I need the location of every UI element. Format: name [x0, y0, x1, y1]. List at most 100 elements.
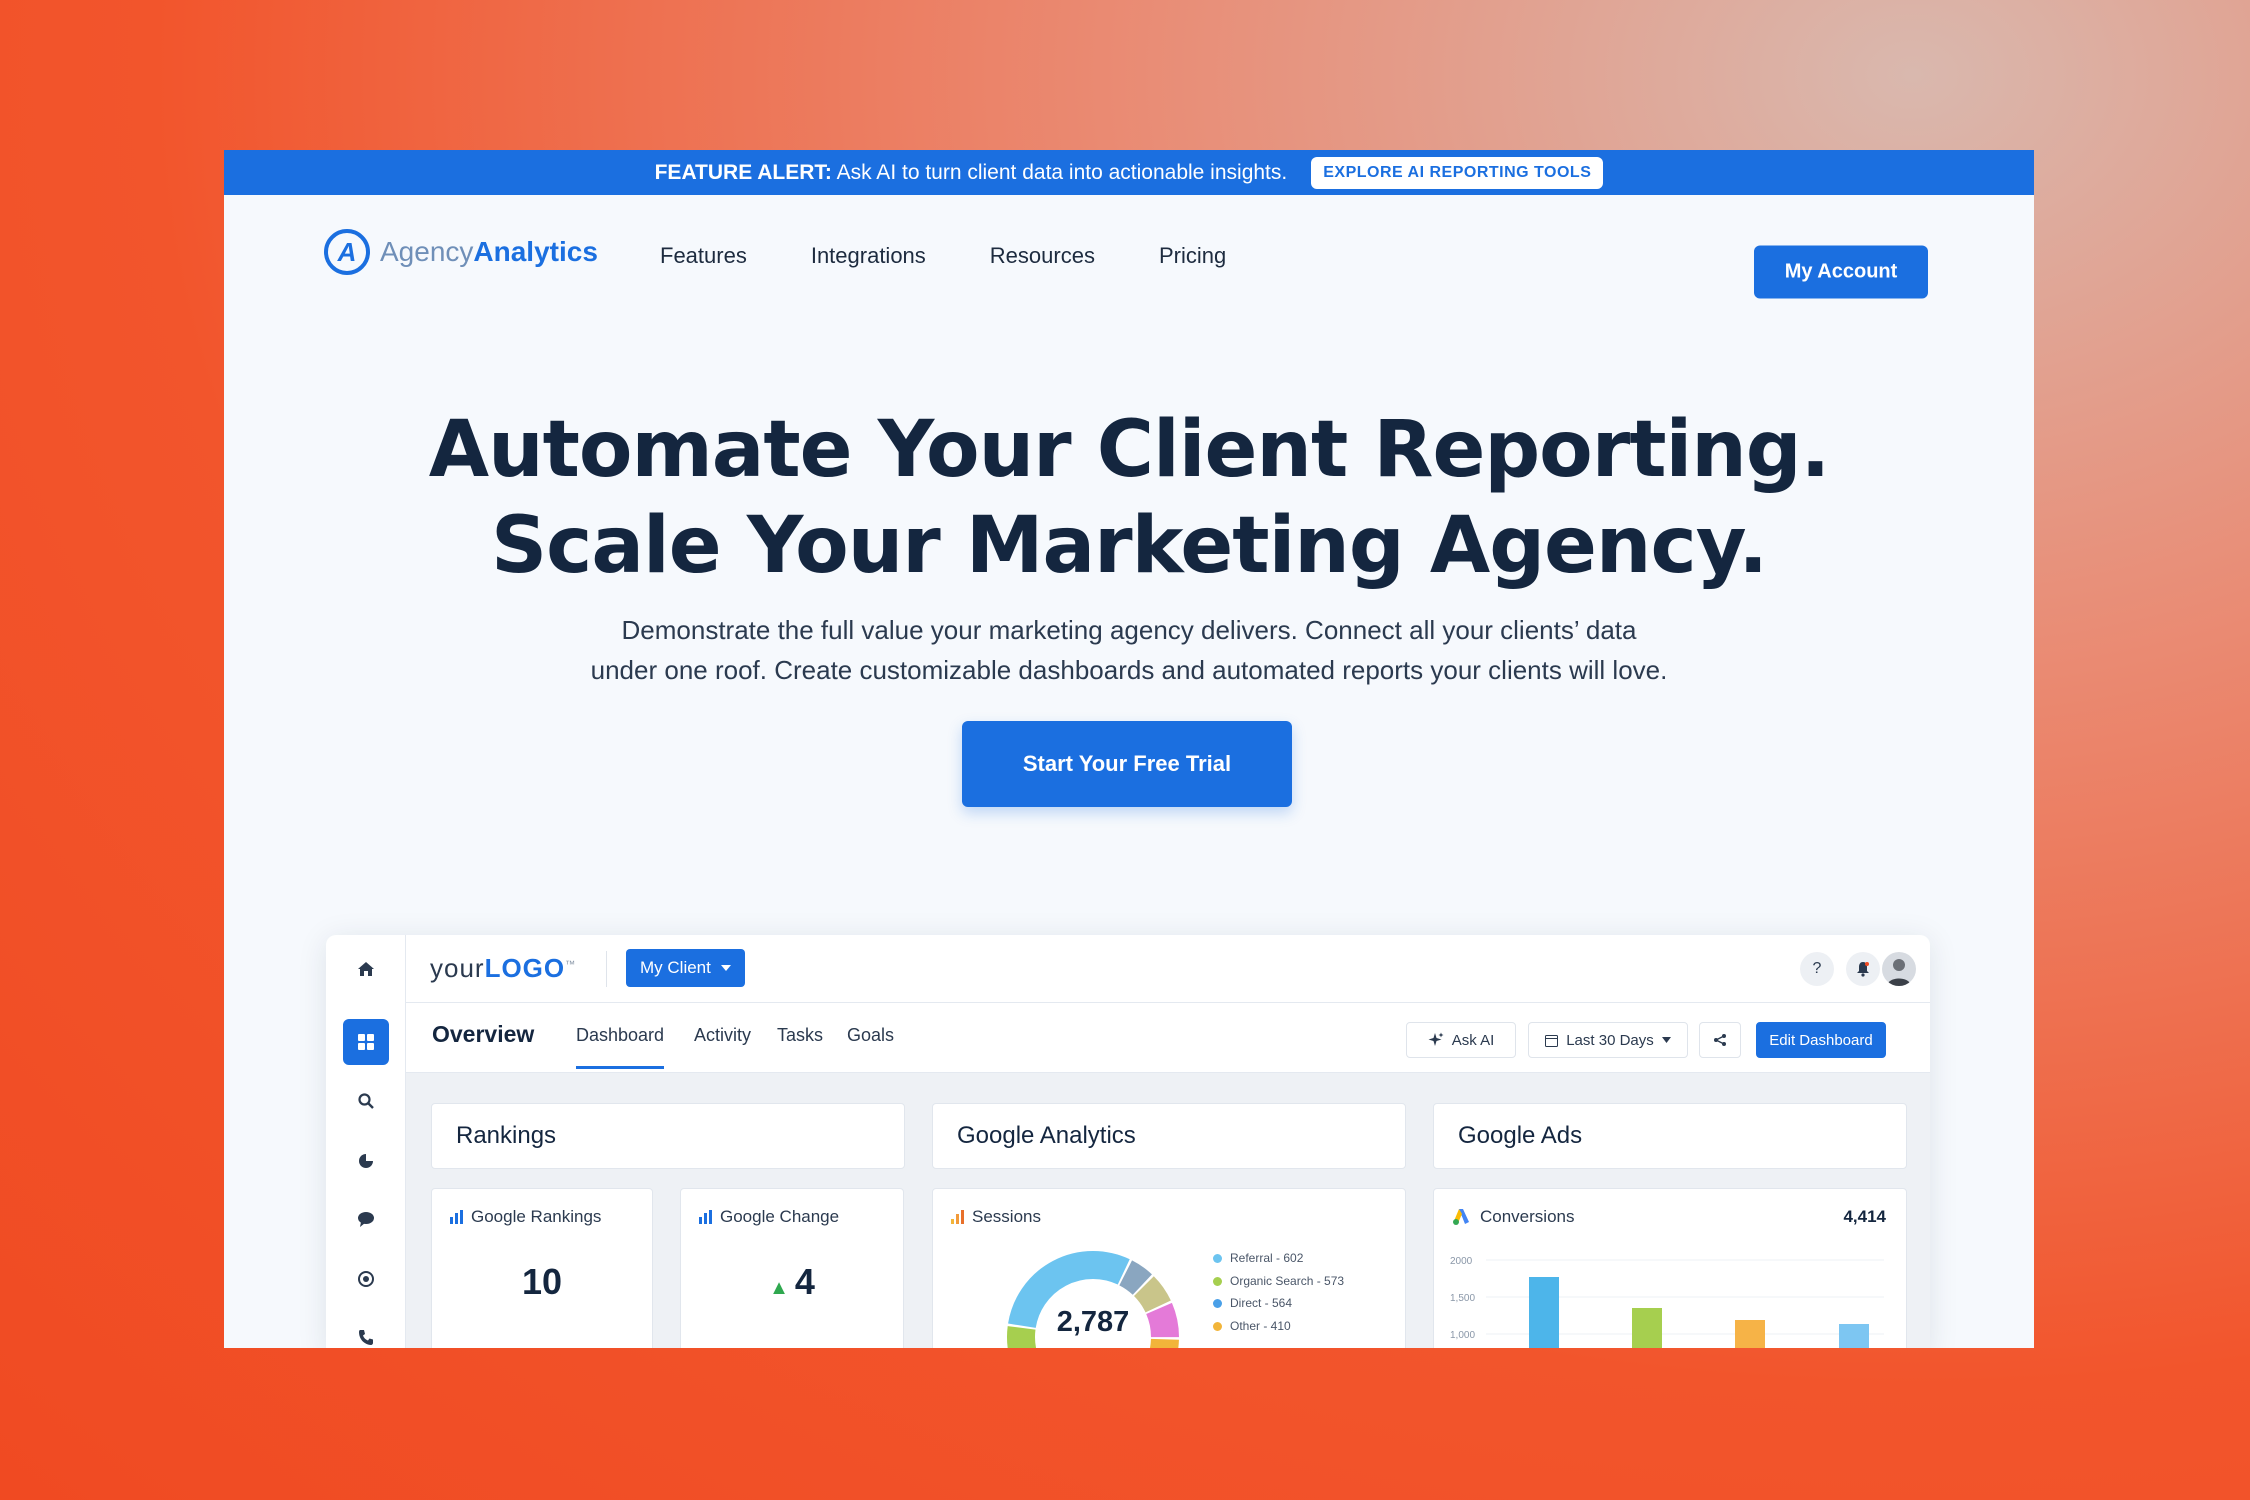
sparkle-icon — [1428, 1032, 1444, 1046]
start-free-trial-button[interactable]: Start Your Free Trial — [962, 721, 1292, 807]
avatar[interactable] — [1882, 952, 1916, 986]
your-logo: yourLOGO™ — [430, 953, 576, 984]
y-tick-label: 2000 — [1450, 1256, 1473, 1267]
hero-title-line-2: Scale Your Marketing Agency. — [490, 501, 1768, 591]
your-logo-prefix: your — [430, 953, 485, 983]
legend-item: Referral - 602 — [1213, 1247, 1344, 1270]
google-change-card[interactable]: Google Change ▲ 4 — [680, 1188, 904, 1348]
dashboard-preview: yourLOGO™ My Client ? Overview Dashboard… — [326, 935, 1930, 1348]
hero-subtitle: Demonstrate the full value your marketin… — [224, 610, 2034, 690]
google-rankings-card[interactable]: Google Rankings 10 — [431, 1188, 653, 1348]
logo-text-right: Analytics — [473, 236, 598, 267]
edit-dashboard-button[interactable]: Edit Dashboard — [1756, 1022, 1886, 1058]
legend-dot — [1213, 1299, 1222, 1309]
your-logo-trademark: ™ — [565, 959, 577, 971]
top-nav: A AgencyAnalytics Features Integrations … — [224, 195, 2034, 310]
bar-chart-icon — [699, 1210, 712, 1224]
donut-segment-2 — [1133, 1276, 1171, 1313]
legend-item: Organic Search - 573 — [1213, 1270, 1344, 1293]
nav-integrations[interactable]: Integrations — [811, 243, 926, 269]
legend-label: Referral - 602 — [1230, 1251, 1304, 1265]
hero-subtitle-line-1: Demonstrate the full value your marketin… — [621, 615, 1637, 645]
legend-dot — [1213, 1276, 1222, 1286]
main-menu: Features Integrations Resources Pricing — [660, 243, 1226, 269]
chevron-down-icon — [1661, 1037, 1671, 1043]
explore-ai-button[interactable]: EXPLORE AI REPORTING TOOLS — [1311, 156, 1604, 189]
my-account-button[interactable]: My Account — [1754, 245, 1928, 299]
section-google-ads: Google Ads — [1433, 1103, 1907, 1169]
date-range-select[interactable]: Last 30 Days — [1528, 1022, 1688, 1058]
client-select-button[interactable]: My Client — [626, 949, 745, 987]
banner-alert-label: FEATURE ALERT: — [654, 160, 832, 184]
chat-icon[interactable] — [348, 1201, 384, 1237]
legend-item: Direct - 564 — [1213, 1292, 1344, 1315]
agency-analytics-logo[interactable]: A AgencyAnalytics — [324, 229, 598, 275]
dashboard-sidebar — [326, 935, 406, 1348]
tab-tasks[interactable]: Tasks — [777, 1025, 823, 1046]
google-change-card-title: Google Change — [699, 1207, 839, 1227]
conversion-bar — [1632, 1308, 1662, 1348]
logo-mark-icon: A — [324, 229, 370, 275]
google-rankings-value: 10 — [521, 1261, 563, 1302]
conversion-bar — [1529, 1277, 1559, 1348]
google-change-value: 4 — [794, 1261, 815, 1302]
share-icon[interactable] — [1699, 1022, 1741, 1058]
conversion-bar — [1735, 1320, 1765, 1348]
feature-banner: FEATURE ALERT: Ask AI to turn client dat… — [224, 150, 2034, 195]
legend-label: Direct - 564 — [1230, 1296, 1293, 1310]
sessions-card-title: Sessions — [951, 1207, 1041, 1227]
dashboard-content: Rankings Google Analytics Google Ads Goo… — [406, 1073, 1930, 1348]
conversions-card-title: Conversions — [1452, 1207, 1575, 1227]
tab-goals[interactable]: Goals — [847, 1025, 894, 1046]
target-icon[interactable] — [348, 1261, 384, 1297]
legend-label: Organic Search - 573 — [1230, 1273, 1345, 1288]
nav-pricing[interactable]: Pricing — [1159, 243, 1226, 269]
conversions-total: 4,414 — [1843, 1207, 1886, 1226]
search-icon[interactable] — [348, 1083, 384, 1119]
bell-icon[interactable] — [1846, 952, 1880, 986]
bar-chart-icon — [450, 1210, 463, 1224]
conversion-bar — [1839, 1324, 1869, 1348]
help-icon[interactable]: ? — [1800, 952, 1834, 986]
donut-segment-1 — [1118, 1260, 1152, 1296]
google-ads-icon — [1453, 1209, 1469, 1225]
nav-resources[interactable]: Resources — [990, 243, 1095, 269]
chevron-down-icon — [720, 965, 731, 971]
logo-text: AgencyAnalytics — [380, 236, 598, 268]
legend-item: Other - 410 — [1213, 1315, 1344, 1338]
google-rankings-title: Google Rankings — [471, 1207, 602, 1226]
sessions-card[interactable]: Sessions 2,787 Referral - 602 Organic Sea… — [932, 1188, 1406, 1348]
google-change-value-wrap: ▲ 4 — [681, 1261, 903, 1303]
sessions-total: 2,787 — [1056, 1306, 1130, 1338]
y-tick-label: 1,500 — [1450, 1293, 1475, 1304]
banner-alert-text: Ask AI to turn client data into actionab… — [836, 160, 1288, 184]
dashboard-tabs: Overview Dashboard Activity Tasks Goals … — [406, 1003, 1930, 1073]
phone-icon[interactable] — [348, 1319, 384, 1348]
google-rankings-card-title: Google Rankings — [450, 1207, 601, 1227]
legend-label: Other - 410 — [1230, 1318, 1291, 1333]
grid-icon[interactable] — [343, 1019, 389, 1065]
section-rankings: Rankings — [431, 1103, 905, 1169]
legend-dot — [1213, 1321, 1222, 1331]
dashboard-topbar: yourLOGO™ My Client ? — [406, 935, 1930, 1003]
hero-title-line-1: Automate Your Client Reporting. — [428, 405, 1831, 495]
tab-activity[interactable]: Activity — [694, 1025, 751, 1046]
ask-ai-button[interactable]: Ask AI — [1406, 1022, 1516, 1058]
sessions-title: Sessions — [972, 1207, 1041, 1226]
up-arrow-icon: ▲ — [769, 1277, 789, 1299]
banner-message: FEATURE ALERT: Ask AI to turn client dat… — [655, 161, 1288, 185]
home-icon[interactable] — [348, 951, 384, 987]
pie-chart-icon[interactable] — [348, 1143, 384, 1179]
client-select-label: My Client — [640, 958, 711, 977]
section-google-analytics: Google Analytics — [932, 1103, 1406, 1169]
browser-page: FEATURE ALERT: Ask AI to turn client dat… — [224, 150, 2034, 1348]
logo-text-left: Agency — [380, 236, 474, 267]
hero-subtitle-line-2: under one roof. Create customizable dash… — [590, 655, 1668, 685]
conversions-card[interactable]: Conversions 4,414 2000 1,500 1,000 — [1433, 1188, 1907, 1348]
logo-divider — [606, 951, 607, 987]
hero-title: Automate Your Client Reporting. Scale Yo… — [224, 402, 2034, 594]
analytics-icon — [951, 1210, 964, 1224]
nav-features[interactable]: Features — [660, 243, 747, 269]
legend-dot — [1213, 1254, 1222, 1264]
tab-dashboard[interactable]: Dashboard — [576, 1025, 665, 1069]
